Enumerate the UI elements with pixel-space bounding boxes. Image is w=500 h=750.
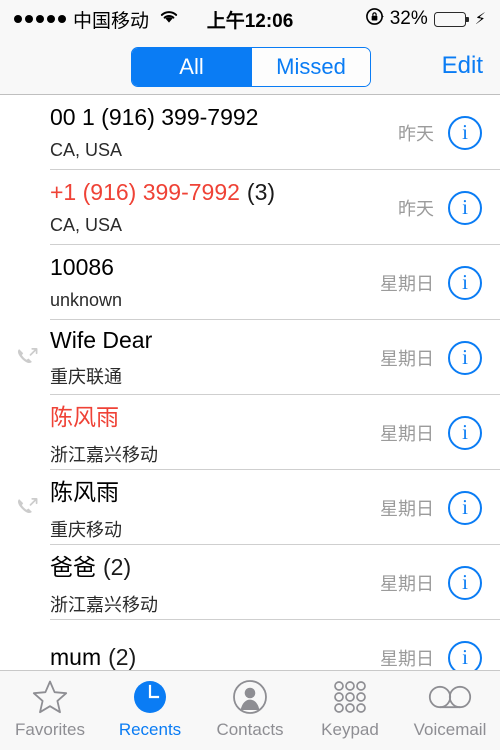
call-row-text: 陈风雨 浙江嘉兴移动 (50, 398, 380, 467)
call-subtitle: 重庆移动 (50, 520, 122, 540)
call-count: (3) (246, 179, 276, 205)
tab-label-contacts: Contacts (216, 720, 284, 739)
call-row-text: 陈风雨 重庆移动 (50, 473, 380, 542)
call-row-right: 星期日 i (380, 415, 500, 450)
call-timestamp: 星期日 (380, 273, 434, 294)
call-timestamp: 星期日 (380, 498, 434, 519)
tab-contacts[interactable]: Contacts (200, 679, 300, 740)
nav-bar: All Missed Edit (0, 38, 500, 95)
call-row[interactable]: 00 1 (916) 399-7992 CA, USA 昨天 i (0, 95, 500, 170)
tab-label-voicemail: Voicemail (413, 720, 487, 739)
call-title: +1 (916) 399-7992 (3) (50, 179, 276, 205)
call-row[interactable]: mum (2) 星期日 i (0, 620, 500, 670)
call-row[interactable]: 陈风雨 浙江嘉兴移动 星期日 i (0, 395, 500, 470)
carrier-name: 中国移动 (73, 10, 150, 32)
call-subtitle: CA, USA (50, 215, 123, 235)
call-info-button[interactable]: i (448, 565, 482, 600)
call-row-text: +1 (916) 399-7992 (3) CA, USA (50, 179, 398, 236)
clock-icon (132, 679, 168, 715)
call-title: mum (2) (50, 644, 137, 670)
call-row-right: 星期日 i (380, 565, 500, 600)
call-title: Wife Dear (50, 326, 153, 353)
call-row[interactable]: 10086 unknown 星期日 i (0, 245, 500, 320)
call-filter-segmented-control[interactable]: All Missed (131, 47, 371, 87)
lightning-bolt-icon: ⚡ (474, 11, 486, 28)
call-count: (2) (108, 644, 137, 670)
call-subtitle: 浙江嘉兴移动 (50, 445, 158, 465)
call-row-right: 昨天 i (398, 190, 500, 225)
call-row[interactable]: Wife Dear 重庆联通 星期日 i (0, 320, 500, 395)
segment-missed[interactable]: Missed (251, 48, 370, 86)
tab-keypad[interactable]: Keypad (300, 679, 400, 740)
call-subtitle: 重庆联通 (50, 366, 122, 387)
call-row-right: 星期日 i (380, 640, 500, 670)
call-title: 陈风雨 (50, 479, 119, 505)
call-row-text: 10086 unknown (50, 254, 380, 311)
tab-label-keypad: Keypad (321, 720, 379, 739)
person-icon (232, 679, 268, 715)
call-info-button[interactable]: i (448, 415, 482, 450)
call-timestamp: 昨天 (398, 198, 434, 219)
recents-call-list[interactable]: 00 1 (916) 399-7992 CA, USA 昨天 i +1 (916) 39… (0, 95, 500, 670)
star-icon (31, 679, 69, 715)
call-row-right: 星期日 i (380, 490, 500, 525)
call-row-text: 爸爸 (2) 浙江嘉兴移动 (50, 548, 380, 617)
call-info-button[interactable]: i (448, 490, 482, 525)
call-timestamp: 昨天 (398, 123, 434, 144)
call-title: 10086 (50, 254, 114, 280)
call-info-button[interactable]: i (448, 190, 482, 225)
status-bar-left: 中国移动 (14, 6, 180, 33)
call-info-button[interactable]: i (448, 115, 482, 150)
segment-all[interactable]: All (132, 48, 251, 86)
call-timestamp: 星期日 (380, 648, 434, 669)
call-row-right: 星期日 i (380, 340, 500, 375)
call-row[interactable]: 爸爸 (2) 浙江嘉兴移动 星期日 i (0, 545, 500, 620)
call-row[interactable]: 陈风雨 重庆移动 星期日 i (0, 470, 500, 545)
battery-icon (433, 11, 469, 27)
status-bar: 中国移动 上午12:06 32% ⚡ (0, 0, 500, 38)
call-info-button[interactable]: i (448, 265, 482, 300)
rotation-lock-icon (365, 7, 384, 32)
call-subtitle: unknown (50, 290, 123, 310)
call-info-button[interactable]: i (448, 340, 482, 375)
call-row[interactable]: +1 (916) 399-7992 (3) CA, USA 昨天 i (0, 170, 500, 245)
keypad-dots-icon (331, 679, 369, 715)
outgoing-call-icon (14, 495, 40, 521)
tab-label-recents: Recents (118, 720, 182, 739)
call-subtitle: CA, USA (50, 140, 123, 160)
call-title: 陈风雨 (50, 404, 119, 430)
tab-label-favorites: Favorites (15, 720, 85, 739)
tab-recents[interactable]: Recents (100, 679, 200, 740)
call-title: 00 1 (916) 399-7992 (50, 104, 259, 130)
tab-favorites[interactable]: Favorites (0, 679, 100, 740)
call-subtitle: 浙江嘉兴移动 (50, 595, 158, 615)
call-row-right: 昨天 i (398, 115, 500, 150)
call-title: 爸爸 (2) (50, 554, 132, 580)
call-timestamp: 星期日 (380, 573, 434, 594)
outgoing-call-icon (14, 345, 40, 371)
call-info-button[interactable]: i (448, 640, 482, 670)
call-count: (2) (103, 554, 132, 580)
tab-bar: Favorites Recents Contacts Keypad Voicem… (0, 670, 500, 750)
tab-voicemail[interactable]: Voicemail (400, 679, 500, 740)
call-timestamp: 星期日 (380, 423, 434, 444)
wifi-icon (158, 8, 180, 30)
voicemail-icon (428, 679, 472, 715)
call-row-text: 00 1 (916) 399-7992 CA, USA (50, 104, 398, 161)
call-timestamp: 星期日 (380, 348, 434, 369)
battery-percentage: 32% (389, 8, 428, 29)
call-row-right: 星期日 i (380, 265, 500, 300)
status-bar-right: 32% ⚡ (365, 7, 486, 32)
call-row-text: Wife Dear 重庆联通 (50, 327, 380, 389)
call-row-text: mum (2) (50, 644, 380, 670)
signal-strength-icon (14, 15, 66, 23)
edit-button[interactable]: Edit (442, 52, 483, 80)
